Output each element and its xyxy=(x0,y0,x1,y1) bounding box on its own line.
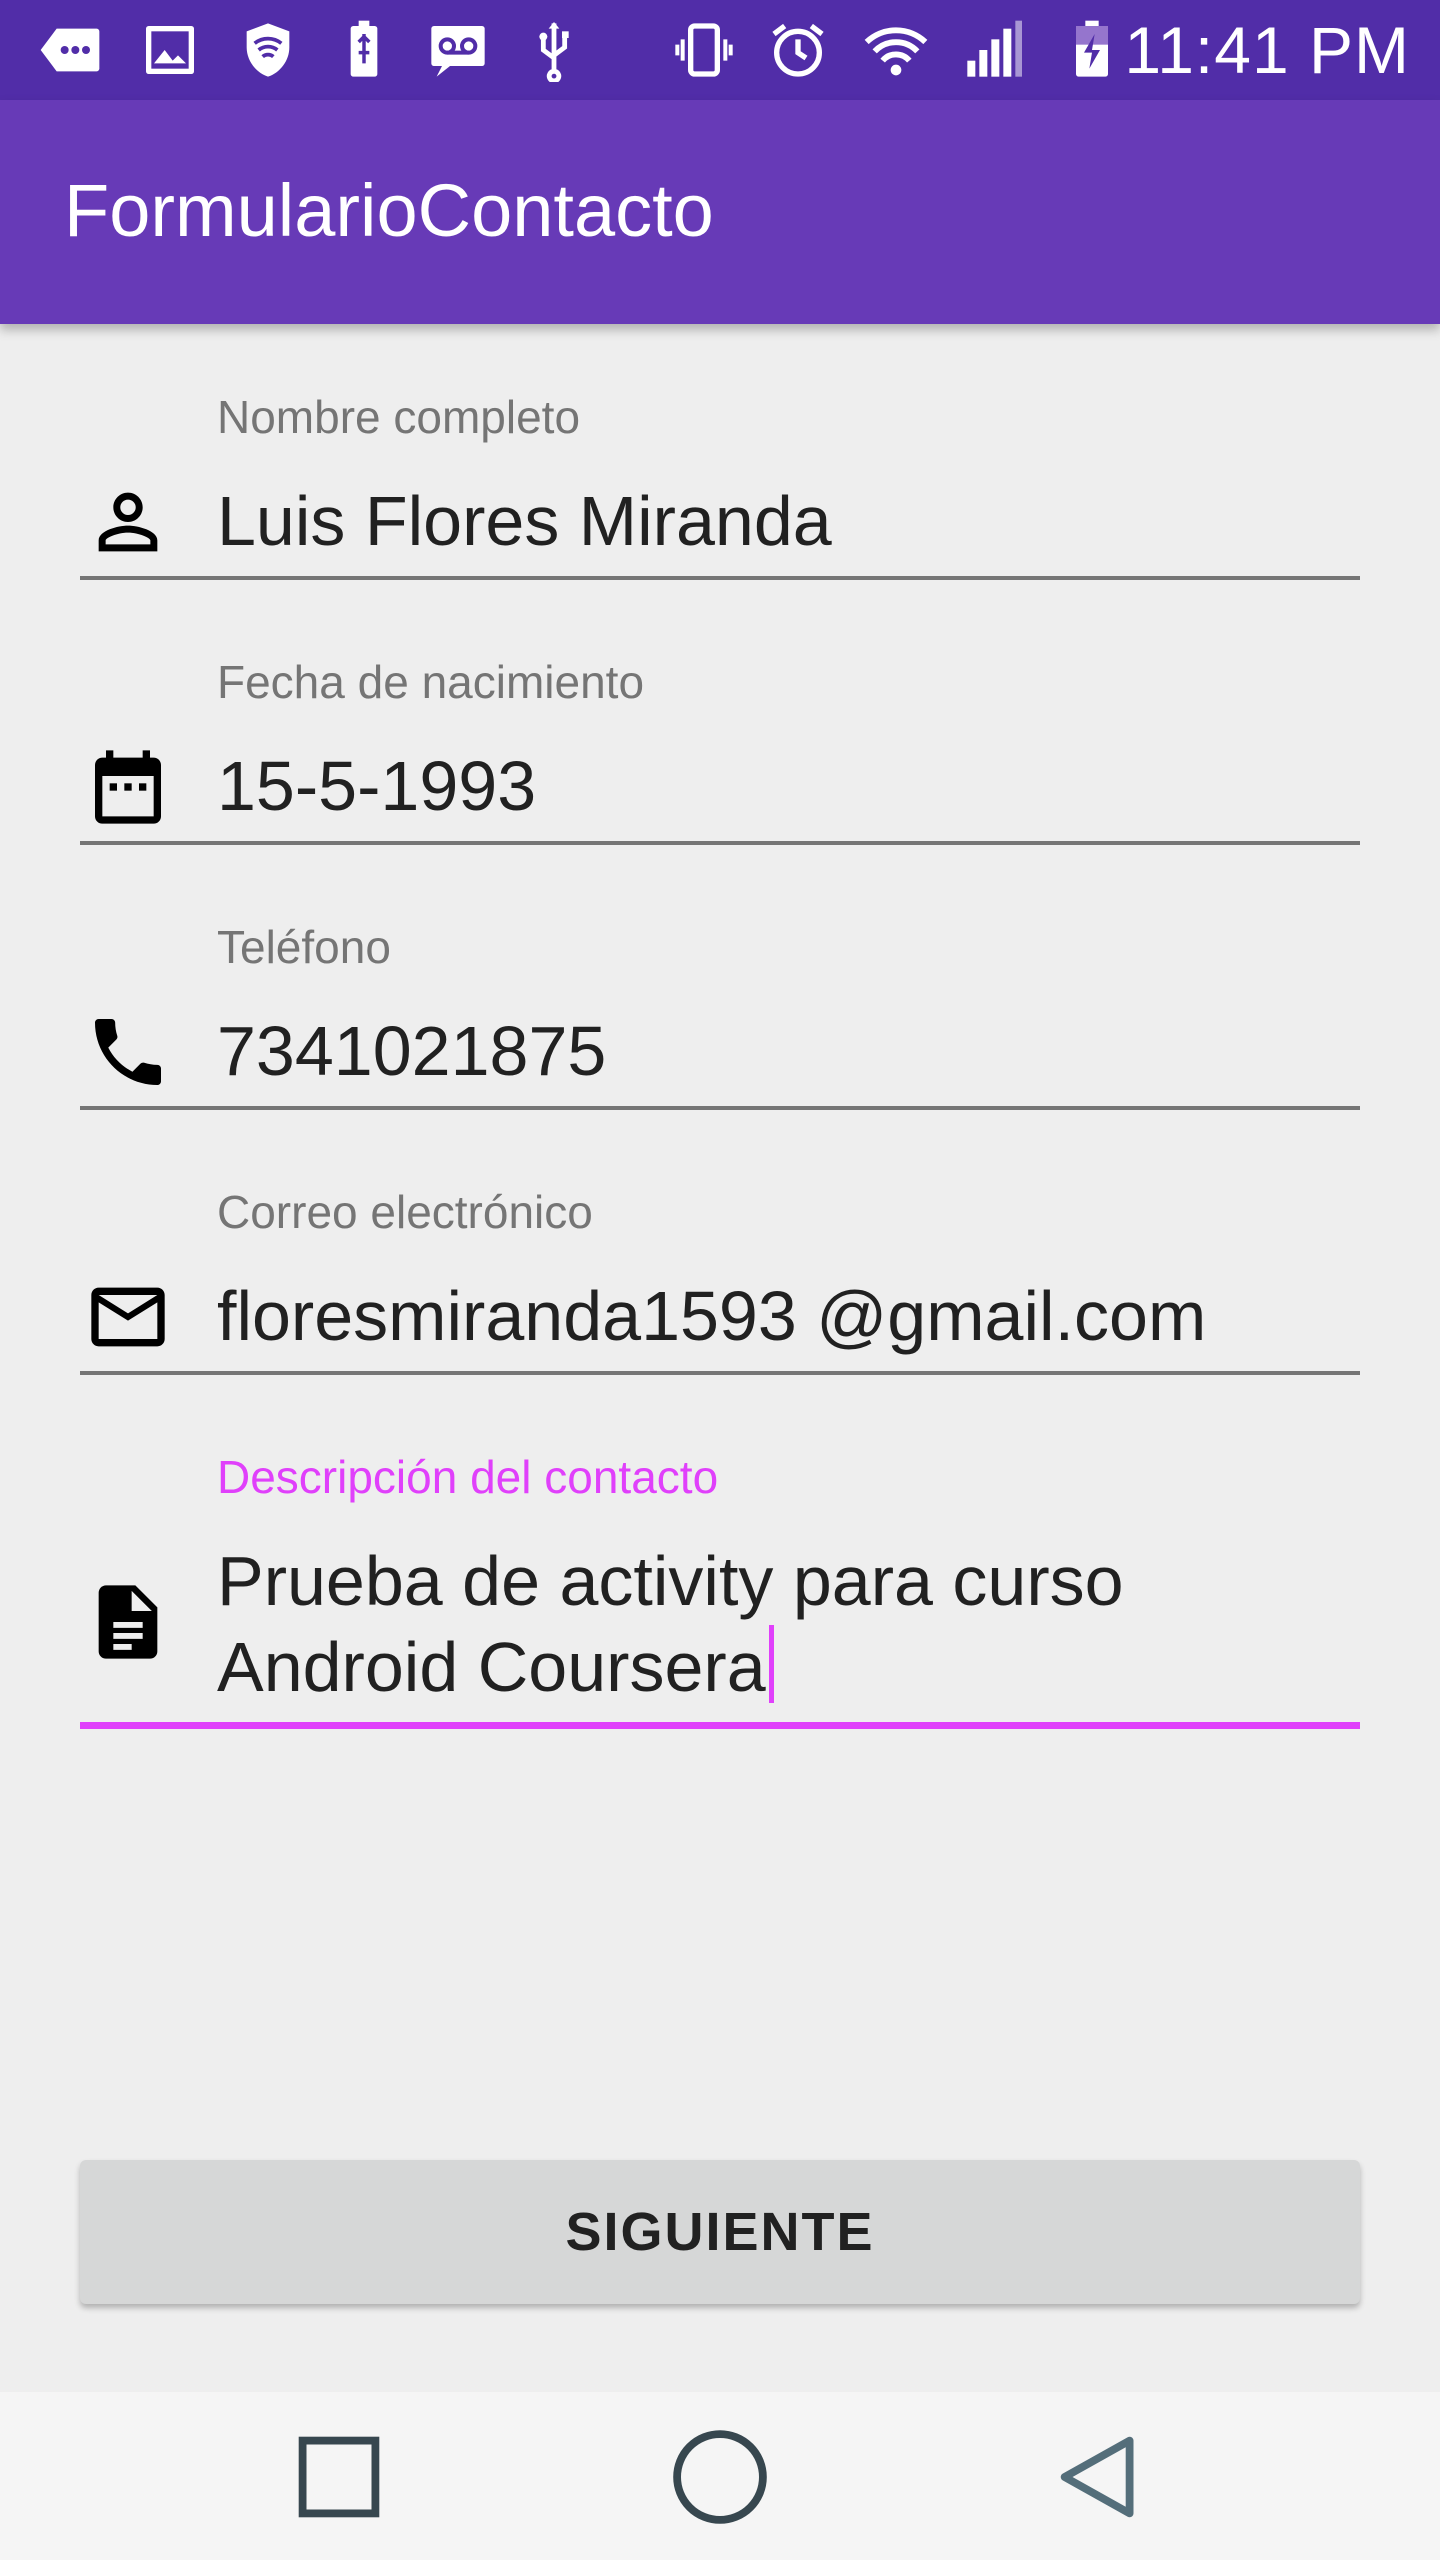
name-input[interactable]: Luis Flores Miranda xyxy=(217,478,832,564)
voicemail-icon xyxy=(431,26,485,77)
document-icon xyxy=(98,1585,158,1659)
navigation-bar xyxy=(0,2392,1440,2560)
battery-charging-icon xyxy=(1076,20,1108,77)
phone-underline xyxy=(80,1106,1360,1110)
phone-input[interactable]: 7341021875 xyxy=(217,1008,606,1094)
app-title: FormularioContacto xyxy=(64,169,714,252)
email-field[interactable]: Correo electrónico floresmiranda1593 @gm… xyxy=(80,1175,1360,1375)
next-button[interactable]: SIGUIENTE xyxy=(80,2160,1360,2304)
email-icon xyxy=(91,1287,165,1347)
birthdate-underline xyxy=(80,841,1360,845)
alarm-icon xyxy=(772,23,824,77)
wifi-icon xyxy=(864,27,928,76)
more-notifications-icon xyxy=(40,28,100,72)
description-input[interactable]: Prueba de activity para curso Android Co… xyxy=(217,1538,1267,1710)
name-label: Nombre completo xyxy=(217,391,581,443)
description-underline xyxy=(80,1722,1360,1729)
phone-field[interactable]: Teléfono 7341021875 xyxy=(80,910,1360,1110)
birthdate-label: Fecha de nacimiento xyxy=(217,656,645,708)
usb-icon xyxy=(539,22,569,82)
email-underline xyxy=(80,1371,1360,1375)
phone-label: Teléfono xyxy=(217,921,391,973)
birthdate-input[interactable]: 15-5-1993 xyxy=(217,743,536,829)
email-label: Correo electrónico xyxy=(217,1186,593,1238)
description-label: Descripción del contacto xyxy=(217,1451,719,1503)
status-bar: 11:41 PM xyxy=(0,0,1440,100)
birthdate-field[interactable]: Fecha de nacimiento 15-5-1993 xyxy=(80,645,1360,845)
gallery-icon xyxy=(146,26,194,74)
person-icon xyxy=(98,492,158,552)
name-underline xyxy=(80,576,1360,580)
calendar-icon xyxy=(95,750,161,824)
text-cursor xyxy=(768,1625,774,1703)
usb-battery-icon xyxy=(350,20,378,77)
home-circle-icon[interactable] xyxy=(655,2412,785,2542)
name-field[interactable]: Nombre completo Luis Flores Miranda xyxy=(80,380,1360,580)
description-field[interactable]: Descripción del contacto Prueba de activ… xyxy=(80,1440,1360,1740)
phone-icon xyxy=(95,1019,161,1085)
status-time: 11:41 PM xyxy=(1124,13,1410,87)
vibrate-icon xyxy=(675,23,733,77)
app-bar: FormularioContacto xyxy=(0,100,1440,324)
email-input[interactable]: floresmiranda1593 @gmail.com xyxy=(217,1273,1206,1359)
vpn-shield-icon xyxy=(246,23,290,77)
signal-icon xyxy=(967,20,1022,77)
recents-square-icon[interactable] xyxy=(274,2412,404,2542)
back-triangle-icon[interactable] xyxy=(1036,2412,1166,2542)
description-text: Prueba de activity para curso Android Co… xyxy=(217,1542,1124,1706)
